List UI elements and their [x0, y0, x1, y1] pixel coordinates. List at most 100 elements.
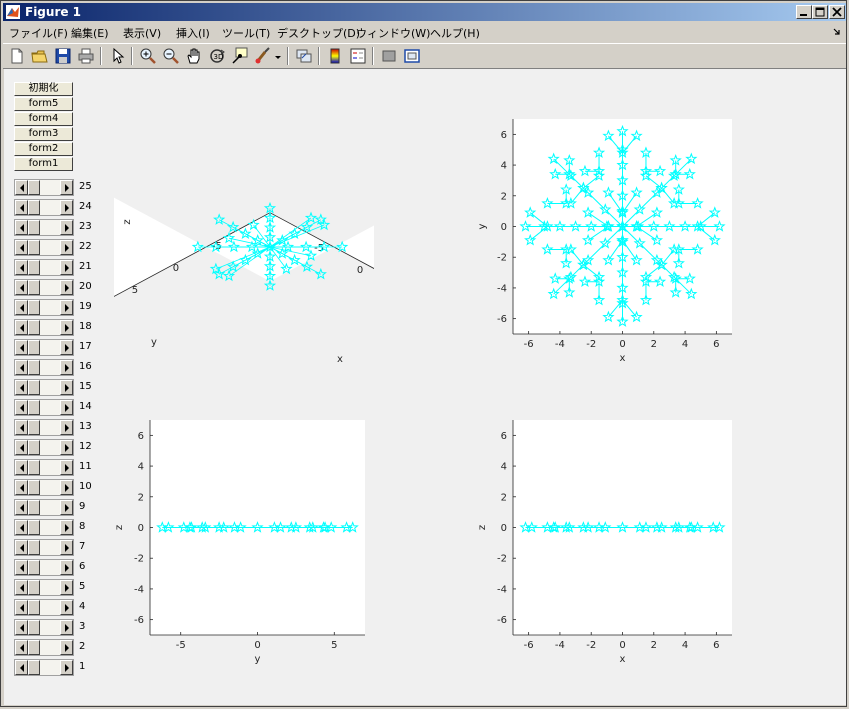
legend-icon[interactable] — [348, 46, 368, 66]
form-button[interactable]: form5 — [14, 97, 73, 111]
slider-thumb[interactable] — [28, 560, 40, 575]
slider-left-arrow-icon[interactable] — [15, 440, 28, 455]
slider-left-arrow-icon[interactable] — [15, 600, 28, 615]
slider-right-arrow-icon[interactable] — [60, 580, 73, 595]
init-button[interactable]: 初期化 — [14, 82, 73, 96]
slider-left-arrow-icon[interactable] — [15, 620, 28, 635]
slider-right-arrow-icon[interactable] — [60, 460, 73, 475]
slider-left-arrow-icon[interactable] — [15, 340, 28, 355]
menu-insert[interactable]: 挿入(I) — [176, 25, 210, 41]
data-cursor-icon[interactable] — [230, 46, 250, 66]
slider-left-arrow-icon[interactable] — [15, 280, 28, 295]
slider-thumb[interactable] — [28, 500, 40, 515]
slider-right-arrow-icon[interactable] — [60, 620, 73, 635]
parameter-slider[interactable] — [14, 479, 74, 496]
parameter-slider[interactable] — [14, 659, 74, 676]
slider-right-arrow-icon[interactable] — [60, 280, 73, 295]
close-button[interactable] — [829, 5, 845, 19]
title-bar[interactable]: Figure 1 — [3, 3, 846, 21]
slider-right-arrow-icon[interactable] — [60, 380, 73, 395]
axes-xz[interactable]: -6 -4 -2 0 2 4 6 -6 -4 -2 0 2 4 6 x z — [474, 409, 744, 674]
parameter-slider[interactable] — [14, 399, 74, 416]
dock-arrow-icon[interactable] — [832, 27, 842, 37]
minimize-button[interactable] — [796, 5, 812, 19]
slider-thumb[interactable] — [28, 600, 40, 615]
parameter-slider[interactable] — [14, 219, 74, 236]
zoom-out-icon[interactable] — [161, 46, 181, 66]
slider-right-arrow-icon[interactable] — [60, 660, 73, 675]
slider-thumb[interactable] — [28, 200, 40, 215]
menu-edit[interactable]: 編集(E) — [71, 25, 109, 41]
slider-right-arrow-icon[interactable] — [60, 180, 73, 195]
slider-thumb[interactable] — [28, 360, 40, 375]
slider-right-arrow-icon[interactable] — [60, 340, 73, 355]
slider-right-arrow-icon[interactable] — [60, 260, 73, 275]
slider-left-arrow-icon[interactable] — [15, 180, 28, 195]
slider-right-arrow-icon[interactable] — [60, 560, 73, 575]
slider-left-arrow-icon[interactable] — [15, 460, 28, 475]
slider-thumb[interactable] — [28, 540, 40, 555]
rotate-3d-icon[interactable]: 3D — [207, 46, 227, 66]
parameter-slider[interactable] — [14, 559, 74, 576]
parameter-slider[interactable] — [14, 539, 74, 556]
parameter-slider[interactable] — [14, 359, 74, 376]
slider-right-arrow-icon[interactable] — [60, 500, 73, 515]
parameter-slider[interactable] — [14, 179, 74, 196]
slider-left-arrow-icon[interactable] — [15, 540, 28, 555]
parameter-slider[interactable] — [14, 519, 74, 536]
slider-thumb[interactable] — [28, 260, 40, 275]
parameter-slider[interactable] — [14, 499, 74, 516]
slider-left-arrow-icon[interactable] — [15, 200, 28, 215]
slider-right-arrow-icon[interactable] — [60, 360, 73, 375]
parameter-slider[interactable] — [14, 299, 74, 316]
slider-thumb[interactable] — [28, 340, 40, 355]
slider-thumb[interactable] — [28, 220, 40, 235]
new-figure-icon[interactable] — [7, 46, 27, 66]
menu-tools[interactable]: ツール(T) — [222, 25, 270, 41]
parameter-slider[interactable] — [14, 619, 74, 636]
slider-right-arrow-icon[interactable] — [60, 420, 73, 435]
slider-thumb[interactable] — [28, 480, 40, 495]
slider-thumb[interactable] — [28, 300, 40, 315]
show-plot-tools-icon[interactable] — [402, 46, 422, 66]
parameter-slider[interactable] — [14, 459, 74, 476]
slider-left-arrow-icon[interactable] — [15, 400, 28, 415]
form-button[interactable]: form4 — [14, 112, 73, 126]
slider-right-arrow-icon[interactable] — [60, 600, 73, 615]
slider-left-arrow-icon[interactable] — [15, 300, 28, 315]
maximize-button[interactable] — [812, 5, 828, 19]
parameter-slider[interactable] — [14, 199, 74, 216]
slider-thumb[interactable] — [28, 640, 40, 655]
menu-help[interactable]: ヘルプ(H) — [430, 25, 480, 41]
slider-left-arrow-icon[interactable] — [15, 260, 28, 275]
slider-thumb[interactable] — [28, 440, 40, 455]
slider-right-arrow-icon[interactable] — [60, 320, 73, 335]
slider-left-arrow-icon[interactable] — [15, 480, 28, 495]
link-plot-icon[interactable] — [294, 46, 314, 66]
slider-left-arrow-icon[interactable] — [15, 380, 28, 395]
menu-window[interactable]: ウィンドウ(W) — [356, 25, 430, 41]
parameter-slider[interactable] — [14, 439, 74, 456]
slider-thumb[interactable] — [28, 400, 40, 415]
slider-right-arrow-icon[interactable] — [60, 540, 73, 555]
parameter-slider[interactable] — [14, 599, 74, 616]
slider-right-arrow-icon[interactable] — [60, 220, 73, 235]
slider-right-arrow-icon[interactable] — [60, 640, 73, 655]
slider-thumb[interactable] — [28, 660, 40, 675]
form-button[interactable]: form1 — [14, 157, 73, 171]
save-icon[interactable] — [53, 46, 73, 66]
hide-plot-tools-icon[interactable] — [379, 46, 399, 66]
form-button[interactable]: form2 — [14, 142, 73, 156]
parameter-slider[interactable] — [14, 279, 74, 296]
slider-thumb[interactable] — [28, 180, 40, 195]
slider-right-arrow-icon[interactable] — [60, 520, 73, 535]
slider-left-arrow-icon[interactable] — [15, 420, 28, 435]
slider-thumb[interactable] — [28, 320, 40, 335]
slider-left-arrow-icon[interactable] — [15, 500, 28, 515]
axes-yz[interactable]: -5 0 5 -6 -4 -2 0 2 4 6 y z — [104, 409, 374, 674]
menu-file[interactable]: ファイル(F) — [9, 25, 68, 41]
slider-left-arrow-icon[interactable] — [15, 660, 28, 675]
slider-right-arrow-icon[interactable] — [60, 480, 73, 495]
slider-left-arrow-icon[interactable] — [15, 580, 28, 595]
slider-thumb[interactable] — [28, 520, 40, 535]
